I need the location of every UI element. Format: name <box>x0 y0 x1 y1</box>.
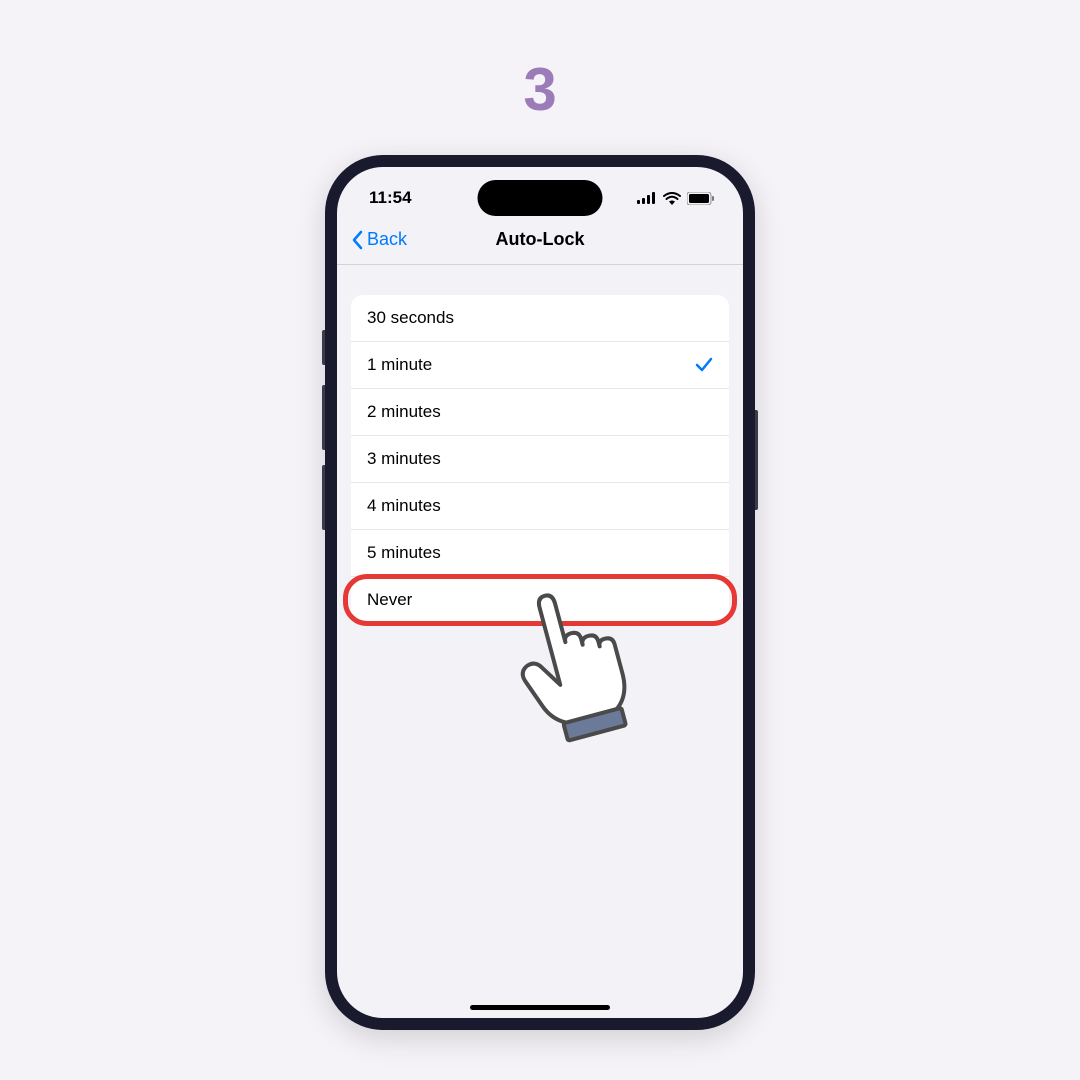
home-indicator[interactable] <box>470 1005 610 1010</box>
auto-lock-option[interactable]: 2 minutes <box>351 389 729 436</box>
power-button <box>755 410 758 510</box>
nav-bar: Back Auto-Lock <box>337 219 743 265</box>
volume-up-button <box>322 385 325 450</box>
auto-lock-option[interactable]: 3 minutes <box>351 436 729 483</box>
back-button[interactable]: Back <box>351 229 407 250</box>
battery-icon <box>687 192 715 205</box>
mute-switch <box>322 330 325 365</box>
dynamic-island <box>478 180 603 216</box>
option-label: 5 minutes <box>367 543 441 563</box>
chevron-left-icon <box>351 230 363 250</box>
phone-screen: 11:54 <box>337 167 743 1018</box>
option-label: 2 minutes <box>367 402 441 422</box>
status-time: 11:54 <box>369 188 412 208</box>
cellular-signal-icon <box>637 192 657 204</box>
auto-lock-option[interactable]: 30 seconds <box>351 295 729 342</box>
wifi-icon <box>663 192 681 205</box>
step-number: 3 <box>523 55 556 124</box>
auto-lock-option[interactable]: Never <box>351 577 729 623</box>
back-label: Back <box>367 229 407 250</box>
auto-lock-options-list: 30 seconds 1 minute 2 minutes 3 minutes 4 mi… <box>351 295 729 623</box>
checkmark-icon <box>695 356 713 374</box>
option-label: 30 seconds <box>367 308 454 328</box>
content-area: 30 seconds 1 minute 2 minutes 3 minutes 4 mi… <box>337 265 743 623</box>
auto-lock-option[interactable]: 5 minutes <box>351 530 729 577</box>
nav-title: Auto-Lock <box>496 229 585 250</box>
option-label: 4 minutes <box>367 496 441 516</box>
volume-down-button <box>322 465 325 530</box>
auto-lock-option[interactable]: 1 minute <box>351 342 729 389</box>
phone-frame: 11:54 <box>325 155 755 1030</box>
option-label: Never <box>367 590 412 610</box>
auto-lock-option[interactable]: 4 minutes <box>351 483 729 530</box>
option-label: 1 minute <box>367 355 432 375</box>
option-label: 3 minutes <box>367 449 441 469</box>
status-icons <box>637 192 715 205</box>
